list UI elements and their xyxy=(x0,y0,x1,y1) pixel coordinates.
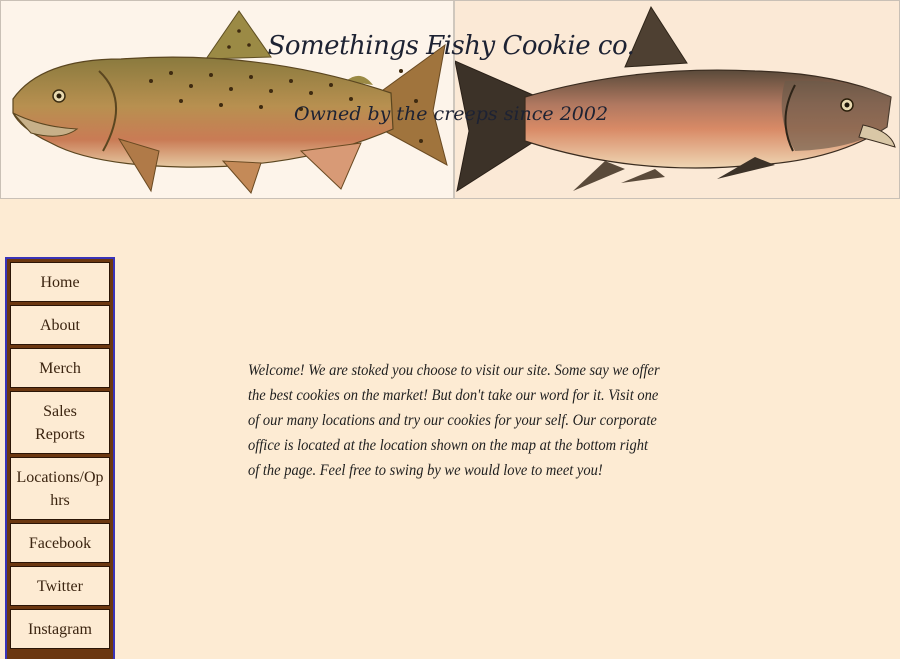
nav-merch-link[interactable]: Merch xyxy=(10,348,110,388)
nav-facebook-link[interactable]: Facebook xyxy=(10,523,110,563)
header-banner: Somethings Fishy Cookie co. Owned by the… xyxy=(0,0,900,199)
nav-home-link[interactable]: Home xyxy=(10,262,110,302)
nav-sales-reports-link[interactable]: Sales Reports xyxy=(10,391,110,454)
nav-instagram-link[interactable]: Instagram xyxy=(10,609,110,649)
site-tagline: Owned by the creeps since 2002 xyxy=(293,103,609,125)
site-title: Somethings Fishy Cookie co. xyxy=(267,31,635,61)
nav-about-link[interactable]: About xyxy=(10,305,110,345)
main-nav: Home About Merch Sales Reports Locations… xyxy=(5,257,115,659)
welcome-text: Welcome! We are stoked you choose to vis… xyxy=(248,361,660,480)
nav-locations-link[interactable]: Locations/Op hrs xyxy=(10,457,110,520)
nav-twitter-link[interactable]: Twitter xyxy=(10,566,110,606)
